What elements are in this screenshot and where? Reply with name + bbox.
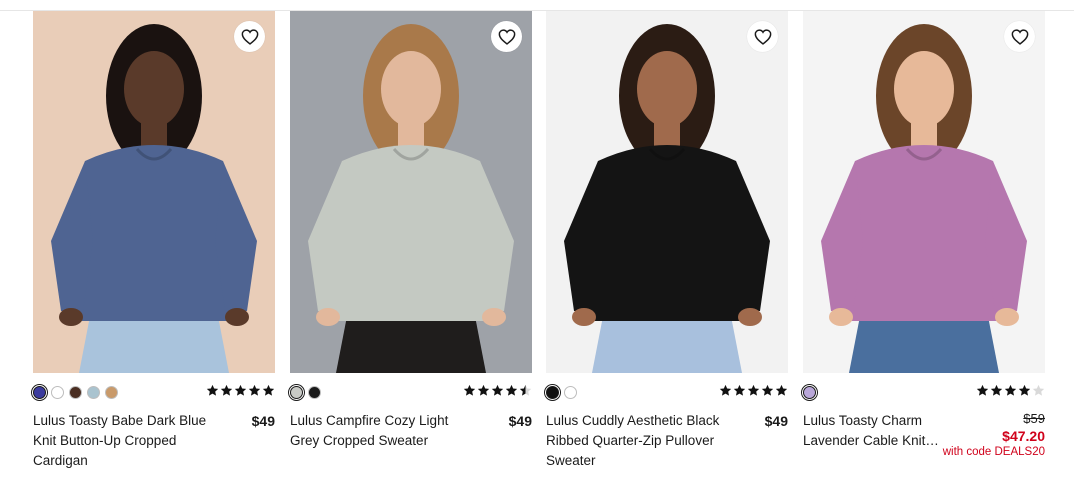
rating-stars <box>719 384 788 397</box>
product-name[interactable]: Lulus Cuddly Aesthetic Black Ribbed Quar… <box>546 411 736 471</box>
model-photo <box>803 11 1045 373</box>
color-swatch[interactable] <box>308 386 321 399</box>
color-swatch[interactable] <box>51 386 64 399</box>
product-image[interactable] <box>33 11 275 373</box>
color-swatch[interactable] <box>564 386 577 399</box>
color-swatch[interactable] <box>803 386 816 399</box>
product-card[interactable]: Lulus Cuddly Aesthetic Black Ribbed Quar… <box>546 11 788 471</box>
product-info: Lulus Cuddly Aesthetic Black Ribbed Quar… <box>546 411 788 471</box>
product-image[interactable] <box>803 11 1045 373</box>
product-name[interactable]: Lulus Campfire Cozy Light Grey Cropped S… <box>290 411 480 451</box>
star-icon <box>463 384 476 396</box>
product-info: Lulus Campfire Cozy Light Grey Cropped S… <box>290 411 532 451</box>
star-icon <box>505 384 518 396</box>
color-swatches <box>546 386 577 399</box>
star-icon <box>1018 384 1031 396</box>
rating-stars <box>976 384 1045 397</box>
color-swatch[interactable] <box>69 386 82 399</box>
product-card[interactable]: Lulus Toasty Charm Lavender Cable Knit S… <box>803 11 1045 458</box>
wishlist-button[interactable] <box>1004 21 1035 52</box>
product-info: Lulus Toasty Charm Lavender Cable Knit S… <box>803 411 1045 458</box>
promo-code-text: with code DEALS20 <box>942 446 1045 458</box>
color-swatches <box>33 386 118 399</box>
star-icon <box>990 384 1003 396</box>
model-photo <box>546 11 788 373</box>
star-icon <box>719 384 732 396</box>
product-info: Lulus Toasty Babe Dark Blue Knit Button-… <box>33 411 275 471</box>
star-icon <box>491 384 504 396</box>
product-price: $49 <box>251 413 275 429</box>
product-image[interactable] <box>290 11 532 373</box>
star-icon <box>976 384 989 396</box>
product-image[interactable] <box>546 11 788 373</box>
product-name[interactable]: Lulus Toasty Charm Lavender Cable Knit S… <box>803 411 943 451</box>
product-meta <box>33 383 275 403</box>
product-card[interactable]: Lulus Toasty Babe Dark Blue Knit Button-… <box>33 11 275 471</box>
product-grid: Lulus Toasty Babe Dark Blue Knit Button-… <box>0 0 1074 477</box>
model-photo <box>33 11 275 373</box>
color-swatches <box>290 386 321 399</box>
color-swatch[interactable] <box>33 386 46 399</box>
wishlist-button[interactable] <box>234 21 265 52</box>
product-meta <box>803 383 1045 403</box>
product-price: $49 <box>508 413 532 429</box>
product-meta <box>546 383 788 403</box>
star-icon <box>262 384 275 396</box>
heart-icon <box>241 28 258 45</box>
rating-stars <box>206 384 275 397</box>
star-icon <box>248 384 261 396</box>
star-icon <box>206 384 219 396</box>
star-icon <box>747 384 760 396</box>
star-icon <box>477 384 490 396</box>
product-meta <box>290 383 532 403</box>
color-swatch[interactable] <box>290 386 303 399</box>
wishlist-button[interactable] <box>491 21 522 52</box>
star-icon <box>519 384 532 396</box>
star-icon <box>733 384 746 396</box>
model-photo <box>290 11 532 373</box>
heart-icon <box>498 28 515 45</box>
star-icon <box>234 384 247 396</box>
heart-icon <box>1011 28 1028 45</box>
heart-icon <box>754 28 771 45</box>
color-swatch[interactable] <box>87 386 100 399</box>
price-block: $59 $47.20 with code DEALS20 <box>943 411 1045 459</box>
original-price: $59 <box>1023 411 1045 426</box>
star-icon <box>1032 384 1045 396</box>
wishlist-button[interactable] <box>747 21 778 52</box>
star-icon <box>1004 384 1017 396</box>
color-swatch[interactable] <box>546 386 559 399</box>
product-name[interactable]: Lulus Toasty Babe Dark Blue Knit Button-… <box>33 411 223 471</box>
product-card[interactable]: Lulus Campfire Cozy Light Grey Cropped S… <box>290 11 532 451</box>
sale-price: $47.20 <box>1002 428 1045 444</box>
color-swatches <box>803 386 816 399</box>
color-swatch[interactable] <box>105 386 118 399</box>
rating-stars <box>463 384 532 397</box>
star-icon <box>775 384 788 396</box>
product-price: $49 <box>764 413 788 429</box>
star-icon <box>220 384 233 396</box>
star-icon <box>761 384 774 396</box>
